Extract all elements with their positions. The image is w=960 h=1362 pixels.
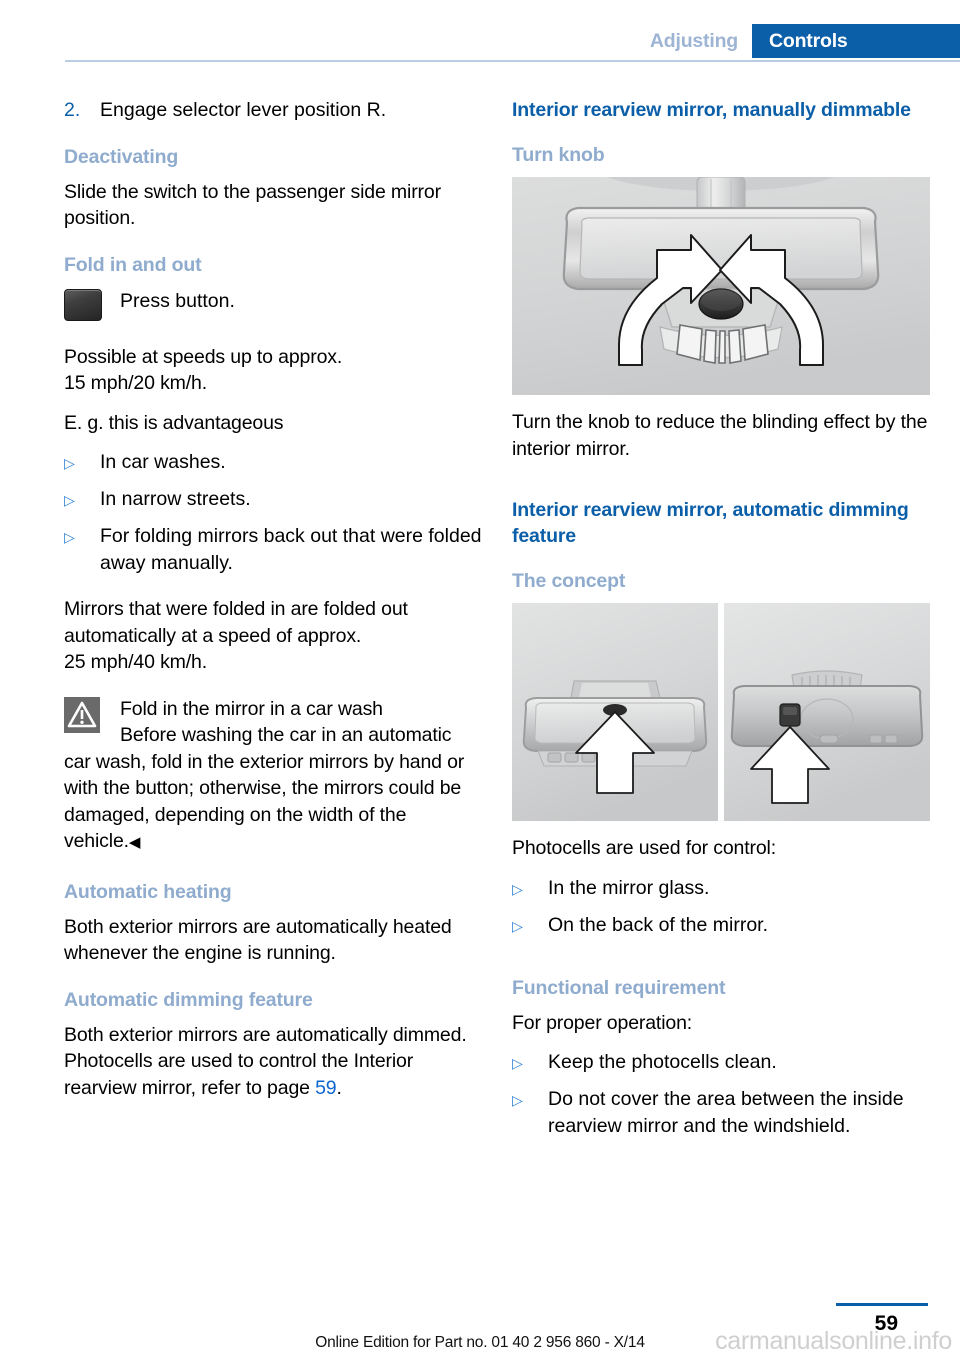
list-item: ▷ In narrow streets. — [64, 486, 482, 514]
text-deactivating: Slide the switch to the passenger side m… — [64, 180, 441, 230]
heading-automatic-dimming: Automatic dimming feature — [64, 988, 313, 1011]
page-reference-link[interactable]: 59 — [315, 1077, 337, 1099]
bullet-triangle-icon: ▷ — [512, 1092, 523, 1108]
photocell-mirror-front-panel — [512, 603, 718, 821]
bullet-triangle-icon: ▷ — [512, 1055, 523, 1071]
list-advantageous: ▷ In car washes. ▷ In narrow streets. ▷ … — [64, 449, 482, 576]
text-photocells-control: Photocells are used for control: — [512, 837, 777, 859]
step-text: Engage selector lever position R. — [100, 99, 387, 121]
bullet-triangle-icon: ▷ — [512, 880, 523, 897]
auto-dimming-text-tail: . — [336, 1076, 342, 1099]
photocell-mirror-back-panel — [724, 603, 930, 821]
text-turn-knob: Turn the knob to reduce the blinding eff… — [512, 411, 928, 460]
warning-body: Before washing the car in an automatic c… — [64, 722, 482, 857]
photocell-locations-illustration — [512, 603, 930, 821]
list-item-label: Keep the photocells clean. — [548, 1051, 777, 1073]
list-item-label: In the mirror glass. — [548, 876, 710, 899]
tab-controls[interactable]: Controls — [752, 24, 960, 58]
list-item: ▷ In the mirror glass. — [512, 875, 930, 903]
page-footer: 59 Online Edition for Part no. 01 40 2 9… — [0, 1282, 960, 1362]
bullet-triangle-icon: ▷ — [64, 455, 75, 471]
step-number: 2. — [64, 99, 81, 121]
watermark-text: carmanualsonline.info — [715, 1327, 952, 1355]
warning-triangle-icon — [64, 696, 100, 733]
auto-dimming-text-lead: Both exterior mirrors are automatically … — [64, 1023, 467, 1099]
bullet-triangle-icon: ▷ — [64, 529, 75, 545]
heading-automatic-dimming-mirror: Interior rearview mirror, automatic dimm… — [512, 499, 909, 547]
numbered-step-2: 2. Engage selector lever position R. — [64, 97, 482, 124]
list-item: ▷ Keep the photocells clean. — [512, 1049, 930, 1077]
warning-body-text: Before washing the car in an automatic c… — [64, 724, 465, 852]
list-item-label: On the back of the mirror. — [548, 913, 769, 936]
heading-turn-knob: Turn knob — [512, 144, 605, 166]
interior-rearview-mirror-turn-knob-illustration — [512, 177, 930, 395]
heading-functional-requirement: Functional requirement — [512, 976, 726, 999]
heading-fold-in-and-out: Fold in and out — [64, 253, 202, 276]
bullet-triangle-icon: ▷ — [512, 917, 523, 934]
heading-automatic-heating: Automatic heating — [64, 880, 232, 903]
list-item-label: Do not cover the area between the inside… — [548, 1088, 904, 1137]
list-item: ▷ For folding mirrors back out that were… — [64, 523, 482, 576]
rocker-button-icon — [64, 288, 102, 321]
press-button-row: Press button. — [64, 287, 482, 327]
footer-divider — [836, 1303, 928, 1306]
list-item: ▷ In car washes. — [64, 449, 482, 477]
warning-title: Fold in the mirror in a car wash — [120, 697, 383, 720]
page-header: Adjusting Controls — [0, 0, 960, 66]
text-fold-out-auto: Mirrors that were folded in are folded o… — [64, 598, 408, 673]
right-column: Interior rearview mirror, manually dimma… — [512, 97, 930, 1152]
header-divider — [65, 60, 960, 62]
text-speed-limit: Possible at speeds up to approx. 15 mph/… — [64, 345, 343, 395]
warning-notice: Fold in the mirror in a car wash Before … — [64, 696, 482, 857]
list-item: ▷ Do not cover the area between the insi… — [512, 1086, 930, 1139]
list-photocell-locations: ▷ In the mirror glass. ▷ On the back of … — [512, 875, 930, 940]
text-proper-operation: For proper operation: — [512, 1011, 693, 1034]
list-functional-requirements: ▷ Keep the photocells clean. ▷ Do not co… — [512, 1049, 930, 1139]
list-item: ▷ On the back of the mirror. — [512, 912, 930, 940]
warning-end-marker: ◀ — [128, 834, 141, 851]
tab-adjusting[interactable]: Adjusting — [649, 24, 752, 58]
heading-manual-dimmable-mirror: Interior rearview mirror, manually dimma… — [512, 99, 911, 121]
text-advantageous: E. g. this is advantageous — [64, 411, 284, 434]
list-item-label: For folding mirrors back out that were f… — [100, 525, 482, 574]
text-automatic-dimming: Both exterior mirrors are automatically … — [64, 1022, 482, 1102]
bullet-triangle-icon: ▷ — [64, 492, 75, 508]
list-item-label: In car washes. — [100, 451, 226, 473]
list-item-label: In narrow streets. — [100, 488, 251, 510]
text-automatic-heating: Both exterior mirrors are automatically … — [64, 915, 452, 965]
heading-deactivating: Deactivating — [64, 145, 179, 168]
press-button-label: Press button. — [120, 289, 235, 312]
heading-the-concept: The concept — [512, 570, 626, 592]
left-column: 2. Engage selector lever position R. Dea… — [64, 97, 482, 1114]
header-tabs: Adjusting Controls — [649, 24, 960, 58]
